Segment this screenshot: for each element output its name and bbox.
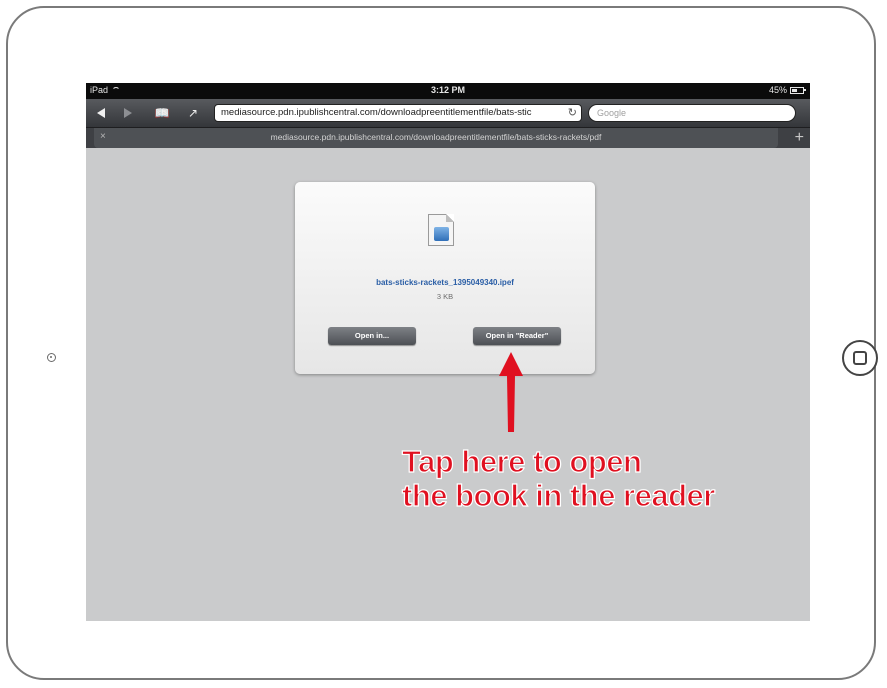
annotation-arrow (499, 352, 523, 432)
arrow-shape (499, 352, 523, 432)
annotation-line-2: the book in the reader (401, 478, 716, 513)
annotation-callout: Tap here to open the book in the reader (401, 444, 716, 513)
annotation-line-1: Tap here to open (401, 444, 642, 479)
